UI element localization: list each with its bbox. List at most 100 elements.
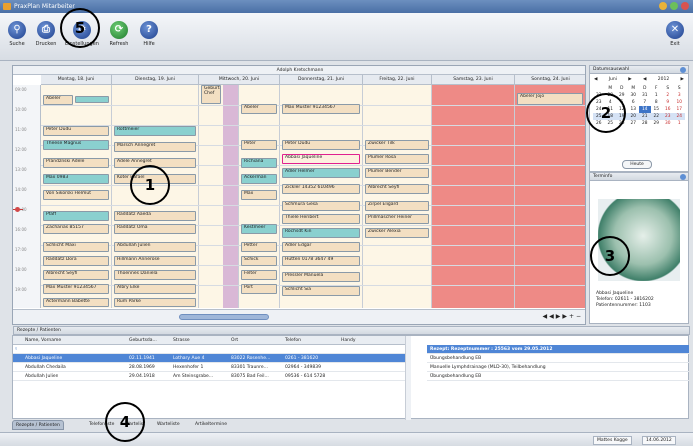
appointment[interactable]: Zirpel Eligard xyxy=(365,201,429,211)
appointment[interactable]: Max Muster 91234567 xyxy=(282,104,360,114)
day-cell[interactable]: 9 xyxy=(662,99,674,106)
day-cell[interactable]: 2 xyxy=(662,92,674,99)
appointment[interactable]: Schlicht Maxi xyxy=(43,242,109,252)
month-label[interactable]: Juni xyxy=(609,77,617,82)
day-cell[interactable]: 15 xyxy=(651,106,663,113)
day-cell[interactable]: 21 xyxy=(639,113,651,120)
appointment[interactable]: Marsch Annegret xyxy=(114,142,196,152)
day-header-wed[interactable]: Mittwoch, 20. Juni xyxy=(199,75,280,85)
day-cell[interactable]: 31 xyxy=(639,92,651,99)
list-item[interactable]: Manuelle Lymphdrainage (MLD-30), Teilbeh… xyxy=(427,363,689,372)
column-header[interactable]: Name, Vorname xyxy=(25,336,61,345)
column-header[interactable]: Telefon xyxy=(285,336,301,345)
next-month-icon[interactable]: ▶ xyxy=(628,77,631,82)
appointment[interactable] xyxy=(75,96,109,103)
appointment[interactable]: Adler Helmer xyxy=(282,168,360,178)
column-header[interactable]: Ort xyxy=(231,336,238,345)
appointment[interactable]: Theese Magnus xyxy=(43,140,109,150)
day-cell[interactable]: 30 xyxy=(628,92,640,99)
day-cell[interactable]: 10 xyxy=(674,99,686,106)
appointment[interactable]: Rottmeier xyxy=(114,126,196,136)
tab-rezepte-patienten[interactable]: Rezepte / Patienten xyxy=(12,420,64,430)
day-column-sun[interactable] xyxy=(515,85,585,308)
appointment[interactable]: Richiana xyxy=(241,158,277,168)
day-cell[interactable]: 30 xyxy=(662,120,674,127)
appointment[interactable]: Felter xyxy=(241,270,277,280)
calendar-nav-icons[interactable]: ◀◀▶▶+− xyxy=(542,313,583,320)
day-header-sat[interactable]: Samstag, 23. Juni xyxy=(432,75,515,85)
appointment[interactable]: Abdullah Julien xyxy=(114,242,196,252)
appointment[interactable]: Max xyxy=(241,190,277,200)
day-cell[interactable]: 28 xyxy=(639,120,651,127)
appointment[interactable]: Adler Edgar xyxy=(282,242,360,252)
prev-year-icon[interactable]: ◀ xyxy=(643,77,646,82)
day-cell[interactable]: 23 xyxy=(662,113,674,120)
calendar-scrollbar[interactable]: ◀◀▶▶+− xyxy=(13,309,585,324)
day-header-sun[interactable]: Sonntag, 24. Juni xyxy=(515,75,585,85)
appointment[interactable]: Abeler xyxy=(241,104,277,114)
column-header[interactable]: Geburtsda... xyxy=(129,336,157,345)
pin-icon[interactable] xyxy=(680,174,686,180)
close-icon[interactable] xyxy=(681,2,689,10)
day-column-sat[interactable] xyxy=(432,85,515,308)
day-header-tue[interactable]: Dienstag, 19. Juni xyxy=(112,75,199,85)
appointment[interactable]: Zwicker Alexia xyxy=(365,228,429,238)
appointment[interactable]: Zickler 14352 610496 xyxy=(282,184,360,194)
appointment[interactable]: Peter xyxy=(241,140,277,150)
today-button[interactable]: Heute xyxy=(622,160,652,169)
column-header[interactable]: Strasse xyxy=(173,336,190,345)
appointment[interactable]: Pfaff xyxy=(43,211,109,221)
tab-warteliste[interactable]: Warteliste xyxy=(154,420,183,430)
day-cell[interactable]: 7 xyxy=(639,99,651,106)
table-row[interactable]: Abdullah Julien 29.04.1918 Am Steinsgrab… xyxy=(13,372,405,381)
appointment[interactable]: Peter Dudu xyxy=(282,140,360,150)
appointment[interactable]: Albrecht Seyfi xyxy=(43,270,109,280)
appointment[interactable]: Albry Elke xyxy=(114,284,196,294)
day-header-thu[interactable]: Donnerstag, 21. Juni xyxy=(280,75,363,85)
appointment[interactable]: Hillmann Annerose xyxy=(114,256,196,266)
prev-month-icon[interactable]: ◀ xyxy=(594,77,597,82)
appointment[interactable]: Raddatz Aaeda xyxy=(114,211,196,221)
appointment[interactable]: Raddatz Dora xyxy=(43,256,109,266)
appointment-selected[interactable]: Abbasi Jaqueline xyxy=(282,154,360,164)
day-cell[interactable]: 17 xyxy=(674,106,686,113)
appointment[interactable]: Schlicht Sia xyxy=(282,286,360,296)
day-cell[interactable]: 24 xyxy=(674,113,686,120)
appointment[interactable]: Abeler xyxy=(43,95,73,105)
minimize-icon[interactable] xyxy=(659,2,667,10)
column-header[interactable]: Handy xyxy=(341,336,356,345)
day-header-fri[interactable]: Freitag, 22. Juni xyxy=(363,75,432,85)
refresh-button[interactable]: ⟳ Refresh xyxy=(104,21,134,47)
appointment[interactable]: Peter Dudu xyxy=(43,126,109,136)
appointment[interactable]: Von Sikorski Helmut xyxy=(43,190,109,200)
appointment[interactable]: Petter xyxy=(241,242,277,252)
appointment[interactable]: Schmura Gesa xyxy=(282,201,360,211)
appointment[interactable]: Geburtstag Chef xyxy=(201,85,221,104)
search-button[interactable]: ⚲ Suche xyxy=(2,21,32,47)
day-cell[interactable]: 3 xyxy=(674,92,686,99)
exit-button[interactable]: ✕ Exit xyxy=(660,21,690,47)
patients-scrollbar[interactable] xyxy=(405,336,411,420)
day-cell[interactable]: 22 xyxy=(651,113,663,120)
appointment[interactable]: Albrecht Seyfi xyxy=(365,184,429,194)
day-cell[interactable]: 27 xyxy=(628,120,640,127)
print-button[interactable]: ⎙ Drucken xyxy=(31,21,61,47)
appointment[interactable]: Schick xyxy=(241,256,277,266)
table-row[interactable]: Abbasi Jaqueline 02.11.1941 Lothary Aue … xyxy=(13,354,405,363)
day-cell[interactable]: 1 xyxy=(651,92,663,99)
appointment[interactable]: Prillmascher Heiner xyxy=(365,214,429,224)
day-column-fri[interactable] xyxy=(363,85,432,308)
day-cell[interactable]: 13 xyxy=(628,106,640,113)
appointment[interactable]: Kestmeer xyxy=(241,224,277,234)
appointment[interactable]: Port xyxy=(241,284,277,294)
tab-artikeltermine[interactable]: Artikeltermine xyxy=(192,420,230,430)
appointment[interactable]: Raddatz Oma xyxy=(114,224,196,234)
day-cell[interactable]: 1 xyxy=(674,120,686,127)
appointment[interactable]: Hütten 0178 3647 49 xyxy=(282,256,360,266)
day-cell-today[interactable]: 14 xyxy=(639,106,651,113)
help-button[interactable]: ? Hilfe xyxy=(134,21,164,47)
appointment[interactable]: Ackerman xyxy=(241,174,277,184)
day-header-mon[interactable]: Montag, 18. Juni xyxy=(41,75,112,85)
appointment[interactable]: Thiele Heribert xyxy=(282,214,360,224)
appointment[interactable]: Rum Parke xyxy=(114,298,196,307)
